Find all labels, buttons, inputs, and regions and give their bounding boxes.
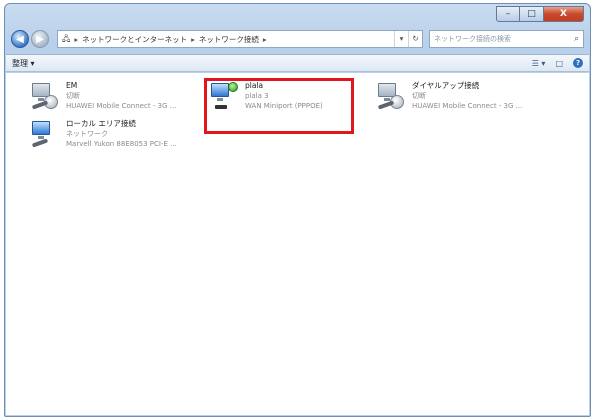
dialup-connection-icon — [376, 81, 406, 111]
lan-connection-icon — [30, 119, 60, 149]
address-row: ◀ ▶ 🖧 ▸ ネットワークとインターネット ▸ ネットワーク接続 ▸ ▾ ↻ … — [11, 28, 584, 50]
connection-name: ダイヤルアップ接続 — [412, 81, 480, 90]
toolbar-right: ☰ ▾ □ ? — [532, 58, 583, 68]
breadcrumb-separator: ▸ — [191, 34, 195, 44]
search-placeholder: ネットワーク接続の検索 — [434, 35, 511, 43]
breadcrumb-separator: ▸ — [262, 34, 267, 44]
breadcrumb-network-internet[interactable]: ネットワークとインターネット — [82, 34, 187, 45]
organize-menu[interactable]: 整理 ▾ — [12, 58, 35, 69]
connection-name: ローカル エリア接続 — [66, 119, 136, 128]
explorer-window: – □ X ◀ ▶ 🖧 ▸ ネットワークとインターネット ▸ ネットワーク接続 … — [4, 3, 591, 417]
view-options-icon[interactable]: ☰ ▾ — [532, 59, 546, 68]
back-button[interactable]: ◀ — [11, 30, 29, 48]
breadcrumb-network-connections[interactable]: ネットワーク接続 — [199, 34, 259, 45]
connection-status: ネットワーク — [66, 130, 108, 138]
connection-item-em[interactable]: EM 切断 HUAWEI Mobile Connect - 3G ... — [30, 81, 176, 117]
connection-device: HUAWEI Mobile Connect - 3G ... — [66, 102, 177, 110]
connection-status: 切断 — [66, 92, 80, 100]
connection-item-local-area[interactable]: ローカル エリア接続 ネットワーク Marvell Yukon 88E8053 … — [30, 119, 177, 155]
forward-button[interactable]: ▶ — [31, 30, 49, 48]
network-folder-icon: 🖧 — [62, 33, 71, 43]
refresh-icon[interactable]: ↻ — [408, 31, 422, 47]
connection-name: EM — [66, 81, 78, 90]
address-controls: ▾ ↻ — [394, 31, 422, 47]
command-bar: 整理 ▾ ☰ ▾ □ ? — [6, 54, 589, 72]
close-button[interactable]: X — [544, 6, 584, 22]
search-icon[interactable]: ⌕ — [574, 34, 579, 44]
connection-item-dialup[interactable]: ダイヤルアップ接続 切断 HUAWEI Mobile Connect - 3G … — [376, 81, 522, 117]
search-input[interactable]: ネットワーク接続の検索 ⌕ — [429, 30, 584, 48]
connection-status: 切断 — [412, 92, 426, 100]
help-icon[interactable]: ? — [573, 58, 583, 68]
address-bar[interactable]: 🖧 ▸ ネットワークとインターネット ▸ ネットワーク接続 ▸ ▾ ↻ — [57, 30, 423, 48]
window-controls: – □ X — [496, 6, 584, 22]
highlight-box — [204, 78, 354, 134]
connection-device: HUAWEI Mobile Connect - 3G ... — [412, 102, 523, 110]
address-dropdown-icon[interactable]: ▾ — [394, 31, 408, 47]
dialup-connection-icon — [30, 81, 60, 111]
title-bar: – □ X — [5, 4, 590, 26]
connection-device: Marvell Yukon 88E8053 PCI-E ... — [66, 140, 177, 148]
preview-pane-icon[interactable]: □ — [555, 59, 563, 68]
minimize-button[interactable]: – — [496, 6, 520, 22]
maximize-button[interactable]: □ — [520, 6, 544, 22]
connections-list: EM 切断 HUAWEI Mobile Connect - 3G ... pla… — [6, 73, 589, 415]
breadcrumb-separator: ▸ — [74, 34, 79, 44]
